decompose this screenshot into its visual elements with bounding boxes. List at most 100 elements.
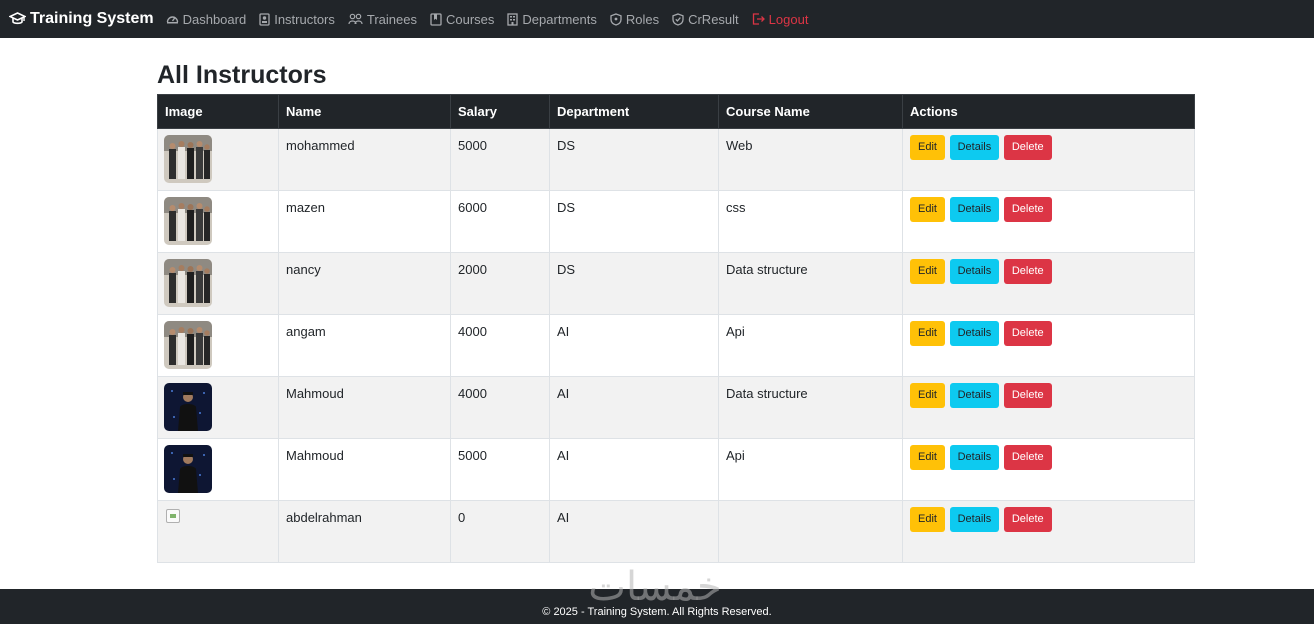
nav-roles[interactable]: Roles bbox=[610, 12, 659, 27]
edit-button[interactable]: Edit bbox=[910, 445, 945, 470]
image-cell bbox=[157, 500, 279, 563]
nav-crresult[interactable]: CrResult bbox=[672, 12, 739, 27]
table-row: nancy 2000 DS Data structure Edit Detail… bbox=[157, 252, 1195, 315]
details-button[interactable]: Details bbox=[949, 321, 1000, 346]
nav-trainees[interactable]: Trainees bbox=[348, 12, 417, 27]
building-icon bbox=[507, 12, 519, 26]
department-cell: AI bbox=[549, 438, 719, 501]
name-cell: nancy bbox=[278, 252, 451, 315]
delete-button[interactable]: Delete bbox=[1003, 445, 1052, 470]
details-button[interactable]: Details bbox=[949, 197, 1000, 222]
department-cell: AI bbox=[549, 314, 719, 377]
details-button[interactable]: Details bbox=[949, 507, 1000, 532]
footer-copyright: © 2025 - Training System. All Rights Res… bbox=[542, 606, 772, 618]
nav-instructors[interactable]: Instructors bbox=[259, 12, 335, 27]
image-cell bbox=[157, 190, 279, 253]
instructor-photo bbox=[164, 445, 212, 493]
image-cell bbox=[157, 314, 279, 377]
edit-button[interactable]: Edit bbox=[910, 259, 945, 284]
edit-button[interactable]: Edit bbox=[910, 507, 945, 532]
nav-departments[interactable]: Departments bbox=[507, 12, 597, 27]
edit-button[interactable]: Edit bbox=[910, 321, 945, 346]
edit-button[interactable]: Edit bbox=[910, 383, 945, 408]
nav-crresult-label: CrResult bbox=[688, 11, 739, 27]
department-cell: DS bbox=[549, 190, 719, 253]
edit-button[interactable]: Edit bbox=[910, 135, 945, 160]
actions-cell: Edit Details Delete bbox=[902, 438, 1195, 501]
name-cell: abdelrahman bbox=[278, 500, 451, 563]
book-icon bbox=[430, 12, 442, 26]
graduation-cap-icon bbox=[9, 12, 26, 25]
table-row: angam 4000 AI Api Edit Details Delete bbox=[157, 314, 1195, 377]
details-button[interactable]: Details bbox=[949, 445, 1000, 470]
main-content: All Instructors Image Name Salary Depart… bbox=[157, 56, 1195, 563]
delete-button[interactable]: Delete bbox=[1003, 197, 1052, 222]
salary-cell: 5000 bbox=[450, 438, 550, 501]
course-cell: Web bbox=[718, 128, 903, 191]
salary-cell: 5000 bbox=[450, 128, 550, 191]
delete-button[interactable]: Delete bbox=[1003, 383, 1052, 408]
salary-cell: 4000 bbox=[450, 376, 550, 439]
salary-cell: 0 bbox=[450, 500, 550, 563]
details-button[interactable]: Details bbox=[949, 135, 1000, 160]
instructor-photo bbox=[164, 197, 212, 245]
name-cell: angam bbox=[278, 314, 451, 377]
table-row: mohammed 5000 DS Web Edit Details Delete bbox=[157, 128, 1195, 191]
salary-cell: 2000 bbox=[450, 252, 550, 315]
nav-logout[interactable]: Logout bbox=[752, 11, 809, 27]
department-cell: DS bbox=[549, 252, 719, 315]
nav-dashboard-label: Dashboard bbox=[182, 11, 247, 27]
name-cell: mazen bbox=[278, 190, 451, 253]
edit-button[interactable]: Edit bbox=[910, 197, 945, 222]
table-body: mohammed 5000 DS Web Edit Details Delete bbox=[157, 128, 1195, 563]
details-button[interactable]: Details bbox=[949, 259, 1000, 284]
speedometer-icon bbox=[166, 16, 178, 24]
table-header: Image Name Salary Department Course Name… bbox=[157, 94, 1195, 129]
course-cell bbox=[718, 500, 903, 563]
image-cell bbox=[157, 128, 279, 191]
actions-cell: Edit Details Delete bbox=[902, 190, 1195, 253]
course-cell: Data structure bbox=[718, 376, 903, 439]
name-cell: Mahmoud bbox=[278, 376, 451, 439]
actions-cell: Edit Details Delete bbox=[902, 500, 1195, 563]
details-button[interactable]: Details bbox=[949, 383, 1000, 408]
nav-dashboard[interactable]: Dashboard bbox=[166, 11, 247, 27]
brand-link[interactable]: Training System bbox=[9, 10, 154, 28]
department-cell: DS bbox=[549, 128, 719, 191]
header-name: Name bbox=[278, 94, 451, 129]
nav-roles-label: Roles bbox=[625, 11, 660, 27]
table-row: Mahmoud 4000 AI Data structure Edit Deta… bbox=[157, 376, 1195, 439]
nav-trainees-label: Trainees bbox=[366, 11, 417, 27]
header-image: Image bbox=[157, 94, 279, 129]
name-cell: Mahmoud bbox=[278, 438, 451, 501]
table-row: mazen 6000 DS css Edit Details Delete bbox=[157, 190, 1195, 253]
department-cell: AI bbox=[549, 376, 719, 439]
header-department: Department bbox=[549, 94, 719, 129]
broken-image-icon bbox=[166, 509, 180, 523]
shield-check-icon bbox=[672, 12, 684, 26]
instructor-photo bbox=[164, 321, 212, 369]
table-row: Mahmoud 5000 AI Api Edit Details Delete bbox=[157, 438, 1195, 501]
course-cell: Api bbox=[718, 438, 903, 501]
nav-courses[interactable]: Courses bbox=[430, 12, 494, 27]
header-salary: Salary bbox=[450, 94, 550, 129]
instructor-photo bbox=[164, 135, 212, 183]
delete-button[interactable]: Delete bbox=[1003, 259, 1052, 284]
logout-icon bbox=[752, 13, 765, 25]
page-title: All Instructors bbox=[157, 61, 327, 89]
delete-button[interactable]: Delete bbox=[1003, 321, 1052, 346]
actions-cell: Edit Details Delete bbox=[902, 376, 1195, 439]
delete-button[interactable]: Delete bbox=[1003, 507, 1052, 532]
instructor-photo bbox=[164, 259, 212, 307]
nav-logout-label: Logout bbox=[768, 11, 809, 27]
image-cell bbox=[157, 438, 279, 501]
id-card-icon bbox=[259, 12, 270, 26]
course-cell: Api bbox=[718, 314, 903, 377]
nav-instructors-label: Instructors bbox=[274, 11, 335, 27]
course-cell: css bbox=[718, 190, 903, 253]
brand-name: Training System bbox=[30, 10, 154, 27]
course-cell: Data structure bbox=[718, 252, 903, 315]
delete-button[interactable]: Delete bbox=[1003, 135, 1052, 160]
instructor-photo bbox=[164, 383, 212, 431]
salary-cell: 6000 bbox=[450, 190, 550, 253]
